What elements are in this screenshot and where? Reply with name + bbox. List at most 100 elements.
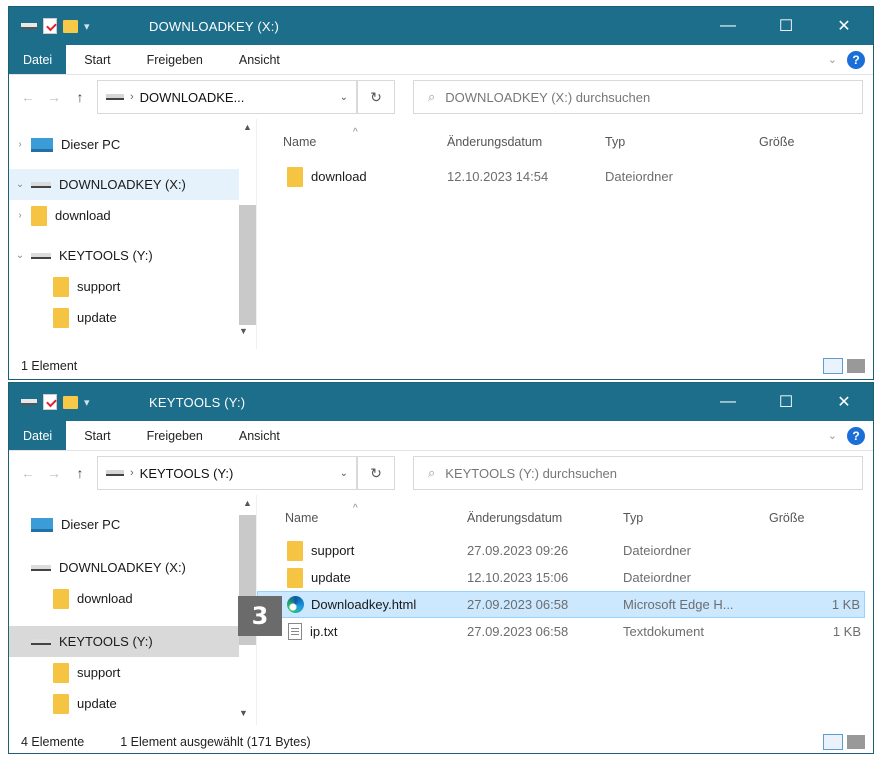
- tree-item-keytools[interactable]: KEYTOOLS (Y:): [9, 626, 256, 657]
- collapse-icon[interactable]: ⌄: [9, 179, 31, 190]
- file-name-cell: download: [287, 166, 367, 187]
- new-folder-icon[interactable]: [63, 395, 78, 409]
- details-view-icon[interactable]: [823, 358, 843, 374]
- forward-icon[interactable]: →: [45, 465, 63, 481]
- column-date[interactable]: Änderungsdatum: [467, 511, 562, 525]
- tree-item-download[interactable]: › download: [9, 200, 256, 231]
- quick-access-toolbar: ▾: [9, 394, 149, 410]
- tree-item-download[interactable]: download: [9, 583, 256, 614]
- column-size[interactable]: Größe: [769, 511, 804, 525]
- back-icon[interactable]: ←: [19, 89, 37, 105]
- address-dropdown-icon[interactable]: ⌄: [340, 92, 348, 103]
- up-icon[interactable]: ↑: [71, 89, 89, 105]
- file-name-cell: support: [287, 540, 355, 561]
- search-input[interactable]: ⌕ KEYTOOLS (Y:) durchsuchen: [413, 456, 863, 490]
- tab-view[interactable]: Ansicht: [221, 421, 298, 450]
- file-row[interactable]: download 12.10.2023 14:54 Dateiordner: [257, 163, 873, 190]
- tab-file[interactable]: Datei: [9, 45, 67, 74]
- window-title: KEYTOOLS (Y:): [149, 394, 246, 410]
- properties-icon[interactable]: [43, 394, 57, 410]
- title-bar[interactable]: ▾ KEYTOOLS (Y:) — ☐ ✕: [9, 383, 873, 421]
- minimize-button[interactable]: —: [699, 7, 757, 45]
- maximize-button[interactable]: ☐: [757, 7, 815, 45]
- scroll-down-icon[interactable]: ▼: [239, 323, 248, 339]
- column-date[interactable]: Änderungsdatum: [447, 135, 542, 149]
- tab-start[interactable]: Start: [66, 45, 128, 74]
- address-bar[interactable]: › KEYTOOLS (Y:) ⌄: [97, 456, 357, 490]
- tree-item-update[interactable]: update: [9, 688, 256, 719]
- file-row-selected[interactable]: Downloadkey.html 27.09.2023 06:58 Micros…: [257, 591, 865, 618]
- file-row[interactable]: update 12.10.2023 15:06 Dateiordner: [257, 564, 873, 591]
- tab-file[interactable]: Datei: [9, 421, 67, 450]
- tree-label: Dieser PC: [61, 137, 121, 152]
- customize-toolbar-icon[interactable]: ▾: [84, 20, 90, 33]
- back-icon[interactable]: ←: [19, 465, 37, 481]
- column-size[interactable]: Größe: [759, 135, 794, 149]
- tree-item-downloadkey[interactable]: DOWNLOADKEY (X:): [9, 552, 256, 583]
- title-bar[interactable]: ▾ DOWNLOADKEY (X:) — ☐ ✕: [9, 7, 873, 45]
- tab-share[interactable]: Freigeben: [129, 421, 221, 450]
- file-name: support: [311, 543, 355, 558]
- column-name[interactable]: Name: [285, 511, 318, 525]
- scroll-up-icon[interactable]: ▲: [239, 119, 256, 135]
- navigation-pane[interactable]: Dieser PC DOWNLOADKEY (X:) download KEYT…: [9, 495, 257, 725]
- file-name: Downloadkey.html: [311, 597, 417, 612]
- tree-label: update: [77, 696, 117, 711]
- drive-icon: [21, 399, 37, 405]
- tree-item-this-pc[interactable]: › Dieser PC: [9, 129, 256, 160]
- tree-item-downloadkey[interactable]: ⌄ DOWNLOADKEY (X:): [9, 169, 256, 200]
- up-icon[interactable]: ↑: [71, 465, 89, 481]
- refresh-button[interactable]: ↻: [357, 80, 395, 114]
- help-icon[interactable]: ?: [847, 50, 865, 69]
- tree-item-support[interactable]: support: [9, 271, 256, 302]
- column-type[interactable]: Typ: [605, 135, 625, 149]
- large-icons-view-icon[interactable]: [847, 359, 865, 373]
- address-path[interactable]: KEYTOOLS (Y:): [140, 466, 334, 481]
- refresh-button[interactable]: ↻: [357, 456, 395, 490]
- details-view-icon[interactable]: [823, 734, 843, 750]
- file-list[interactable]: ^ Name Änderungsdatum Typ Größe download…: [257, 119, 873, 349]
- expand-ribbon-icon[interactable]: ⌄: [828, 53, 837, 66]
- properties-icon[interactable]: [43, 18, 57, 34]
- scrollbar-thumb[interactable]: [239, 205, 256, 325]
- column-name[interactable]: Name: [283, 135, 316, 149]
- file-row[interactable]: ip.txt 27.09.2023 06:58 Textdokument 1 K…: [257, 618, 873, 645]
- expand-icon[interactable]: ›: [9, 139, 31, 150]
- file-list[interactable]: ^ Name Änderungsdatum Typ Größe support …: [257, 495, 873, 725]
- navigation-scrollbar[interactable]: ▲ ▼: [239, 119, 256, 339]
- tree-item-keytools[interactable]: ⌄ KEYTOOLS (Y:): [9, 240, 256, 271]
- minimize-button[interactable]: —: [699, 383, 757, 421]
- large-icons-view-icon[interactable]: [847, 735, 865, 749]
- tab-share[interactable]: Freigeben: [129, 45, 221, 74]
- forward-icon[interactable]: →: [45, 89, 63, 105]
- maximize-button[interactable]: ☐: [757, 383, 815, 421]
- tree-item-support[interactable]: support: [9, 657, 256, 688]
- expand-ribbon-icon[interactable]: ⌄: [828, 429, 837, 442]
- customize-toolbar-icon[interactable]: ▾: [84, 396, 90, 409]
- breadcrumb-separator-icon[interactable]: ›: [130, 467, 134, 479]
- help-icon[interactable]: ?: [847, 426, 865, 445]
- address-dropdown-icon[interactable]: ⌄: [340, 468, 348, 479]
- drive-icon: [31, 638, 51, 645]
- tree-item-this-pc[interactable]: Dieser PC: [9, 509, 256, 540]
- search-input[interactable]: ⌕ DOWNLOADKEY (X:) durchsuchen: [413, 80, 863, 114]
- file-row[interactable]: support 27.09.2023 09:26 Dateiordner: [257, 537, 873, 564]
- column-type[interactable]: Typ: [623, 511, 643, 525]
- close-button[interactable]: ✕: [815, 7, 873, 45]
- explorer-window-downloadkey: ▾ DOWNLOADKEY (X:) — ☐ ✕ Datei Start Fre…: [8, 6, 874, 380]
- breadcrumb-separator-icon[interactable]: ›: [130, 91, 134, 103]
- scroll-up-icon[interactable]: ▲: [239, 495, 256, 511]
- new-folder-icon[interactable]: [63, 19, 78, 33]
- navigation-pane[interactable]: › Dieser PC ⌄ DOWNLOADKEY (X:) › downloa…: [9, 119, 257, 349]
- scroll-down-icon[interactable]: ▼: [239, 705, 248, 721]
- expand-icon[interactable]: ›: [9, 210, 31, 221]
- tab-view[interactable]: Ansicht: [221, 45, 298, 74]
- collapse-icon[interactable]: ⌄: [9, 250, 31, 261]
- file-type: Textdokument: [623, 624, 704, 639]
- tree-item-update[interactable]: update: [9, 302, 256, 333]
- tab-start[interactable]: Start: [66, 421, 128, 450]
- close-button[interactable]: ✕: [815, 383, 873, 421]
- address-bar[interactable]: › DOWNLOADKE... ⌄: [97, 80, 357, 114]
- folder-icon: [53, 276, 69, 297]
- address-path[interactable]: DOWNLOADKE...: [140, 90, 334, 105]
